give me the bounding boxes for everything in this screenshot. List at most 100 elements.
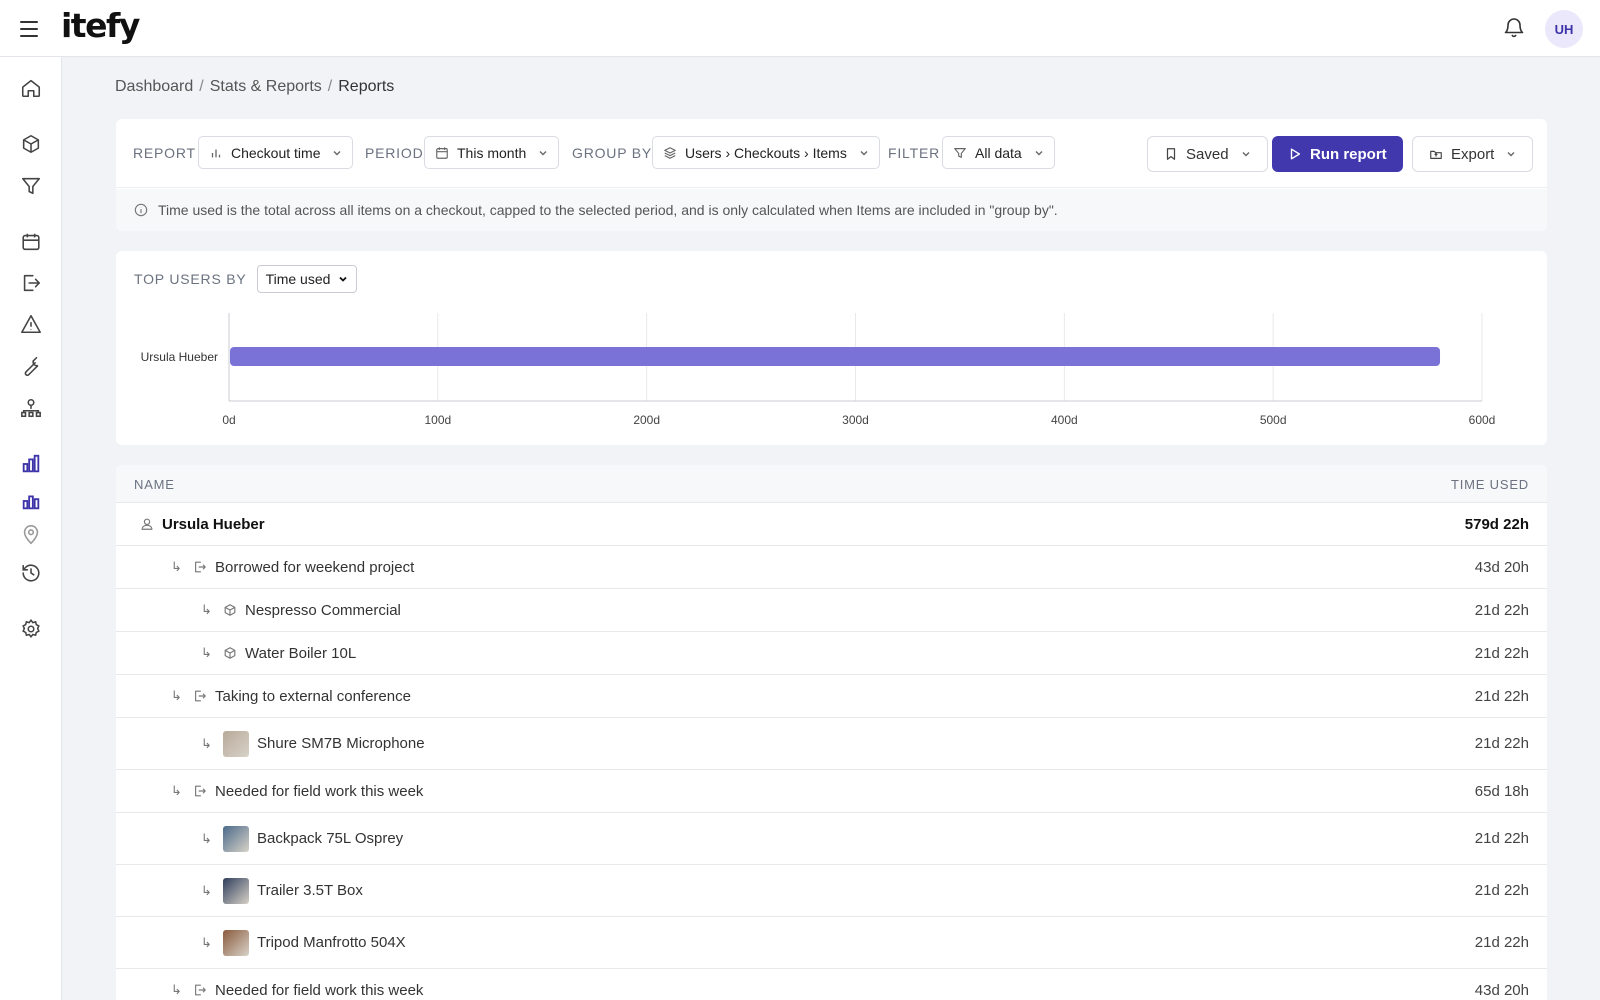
row-time-used: 21d 22h: [1474, 735, 1529, 752]
item-thumbnail: [223, 877, 249, 904]
row-name: Water Boiler 10L: [245, 644, 357, 662]
table-row[interactable]: ↳ Backpack 75L Osprey 21d 22h: [116, 813, 1547, 865]
info-note: Time used is the total across all items …: [116, 189, 1547, 231]
nested-arrow-icon: ↳: [201, 735, 212, 751]
checkout-icon: [195, 561, 206, 573]
row-name-cell: Ursula Hueber: [116, 516, 265, 533]
bar-chart-alt-icon[interactable]: [20, 490, 42, 512]
row-time-used: 43d 20h: [1474, 558, 1529, 576]
saved-button[interactable]: Saved: [1147, 136, 1268, 172]
filter-icon: [954, 147, 966, 158]
saved-button-label: Saved: [1186, 145, 1229, 163]
period-select-value: This month: [457, 144, 527, 161]
nested-arrow-icon: ↳: [171, 688, 182, 703]
wrench-icon[interactable]: [20, 355, 42, 377]
hamburger-menu-icon[interactable]: [18, 18, 40, 40]
row-time-used: 43d 20h: [1474, 981, 1529, 999]
breadcrumb-separator: /: [327, 78, 333, 95]
item-thumbnail: [223, 730, 249, 757]
table-row[interactable]: ↳ Water Boiler 10L 21d 22h: [116, 632, 1547, 675]
chart-x-tick-label: 600d: [1469, 413, 1496, 427]
sidebar: [0, 57, 62, 1000]
bar-chart-icon[interactable]: [20, 453, 42, 475]
alert-icon[interactable]: [20, 313, 42, 335]
report-controls: REPORT Checkout time PERIOD This month G…: [116, 119, 1547, 188]
chart-x-tick-label: 400d: [1051, 413, 1078, 427]
calendar-icon: [436, 146, 448, 159]
breadcrumb-stats-reports[interactable]: Stats & Reports: [210, 78, 322, 96]
run-report-button[interactable]: Run report: [1272, 136, 1403, 172]
row-name-cell: ↳ Borrowed for weekend project: [116, 559, 414, 576]
filter-icon[interactable]: [20, 175, 42, 197]
table-row[interactable]: ↳ Borrowed for weekend project 43d 20h: [116, 546, 1547, 589]
checkout-icon: [195, 690, 206, 702]
row-name-cell: ↳ Needed for field work this week: [116, 982, 423, 999]
row-name-cell: ↳ Water Boiler 10L: [116, 645, 356, 662]
row-time-used: 21d 22h: [1474, 882, 1529, 899]
breadcrumb-dashboard[interactable]: Dashboard: [115, 78, 193, 96]
report-select-value: Checkout time: [231, 144, 321, 161]
row-name: Needed for field work this week: [215, 981, 424, 999]
table-row[interactable]: ↳ Nespresso Commercial 21d 22h: [116, 589, 1547, 632]
row-time-used: 21d 22h: [1474, 601, 1529, 619]
export-button[interactable]: Export: [1412, 136, 1534, 172]
calendar-icon[interactable]: [20, 231, 42, 253]
table-row[interactable]: ↳ Needed for field work this week 65d 18h: [116, 770, 1547, 813]
row-name-cell: ↳ Tripod Manfrotto 504X: [116, 929, 406, 956]
nested-arrow-icon: ↳: [201, 882, 212, 898]
export-icon: [1430, 150, 1442, 159]
chevron-down-icon: [1035, 150, 1043, 155]
table-row[interactable]: ↳ Tripod Manfrotto 504X 21d 22h: [116, 917, 1547, 969]
gear-icon[interactable]: [20, 618, 42, 640]
filter-select[interactable]: All data: [942, 136, 1055, 169]
column-header-time-used: TIME USED: [1451, 477, 1529, 492]
history-icon[interactable]: [20, 562, 42, 584]
row-name: Trailer 3.5T Box: [257, 882, 363, 899]
row-name: Tripod Manfrotto 504X: [257, 934, 406, 951]
bookmark-icon: [1166, 148, 1176, 160]
chevron-down-icon: [1507, 152, 1515, 157]
info-icon: [134, 203, 148, 217]
table-row[interactable]: ↳ Needed for field work this week 43d 20h: [116, 969, 1547, 1000]
period-select[interactable]: This month: [424, 136, 560, 169]
table-row[interactable]: ↳ Trailer 3.5T Box 21d 22h: [116, 865, 1547, 917]
row-name-cell: ↳ Trailer 3.5T Box: [116, 877, 363, 904]
table-body: Ursula Hueber 579d 22h ↳ Borrowed for weeke…: [116, 503, 1547, 1000]
report-select[interactable]: Checkout time: [198, 136, 354, 169]
chart-x-tick-label: 100d: [424, 413, 451, 427]
table-row[interactable]: Ursula Hueber 579d 22h: [116, 503, 1547, 546]
checkout-icon: [195, 984, 206, 996]
export-button-label: Export: [1451, 145, 1495, 163]
user-icon: [141, 518, 153, 530]
group-by-select[interactable]: Users › Checkouts › Items: [652, 136, 880, 169]
chart-x-tick-label: 0d: [222, 413, 235, 427]
item-thumbnail: [223, 929, 249, 956]
notification-bell-icon[interactable]: [1502, 16, 1526, 40]
row-name: Shure SM7B Microphone: [257, 735, 425, 752]
table-row[interactable]: ↳ Shure SM7B Microphone 21d 22h: [116, 718, 1547, 770]
checkout-icon: [195, 785, 206, 797]
user-avatar[interactable]: UH: [1545, 10, 1583, 48]
chevron-down-icon: [1242, 152, 1250, 157]
location-pin-icon[interactable]: [20, 524, 42, 546]
breadcrumb: Dashboard / Stats & Reports / Reports: [115, 78, 394, 96]
row-time-used: 21d 22h: [1474, 830, 1529, 847]
breadcrumb-current: Reports: [338, 78, 395, 95]
home-icon[interactable]: [20, 77, 42, 99]
report-toolbar: REPORT Checkout time PERIOD This month G…: [116, 119, 1547, 231]
app-logo[interactable]: itefy: [61, 6, 140, 45]
chart-y-tick-label: Ursula Hueber: [141, 350, 218, 364]
org-chart-icon[interactable]: [20, 397, 42, 419]
row-name: Backpack 75L Osprey: [257, 830, 404, 847]
layers-icon: [664, 146, 676, 159]
filter-select-value: All data: [975, 144, 1022, 161]
bar-chart-icon: [211, 149, 221, 157]
chart-x-tick-label: 500d: [1260, 413, 1287, 427]
table-row[interactable]: ↳ Taking to external conference 21d 22h: [116, 675, 1547, 718]
checkout-icon[interactable]: [20, 272, 42, 294]
top-users-header: TOP USERS BY Time used: [134, 265, 358, 293]
info-text: Time used is the total across all items …: [158, 202, 1058, 218]
box-icon[interactable]: [20, 133, 42, 155]
top-users-metric-select[interactable]: Time used: [256, 265, 358, 293]
row-time-used: 21d 22h: [1474, 934, 1529, 951]
